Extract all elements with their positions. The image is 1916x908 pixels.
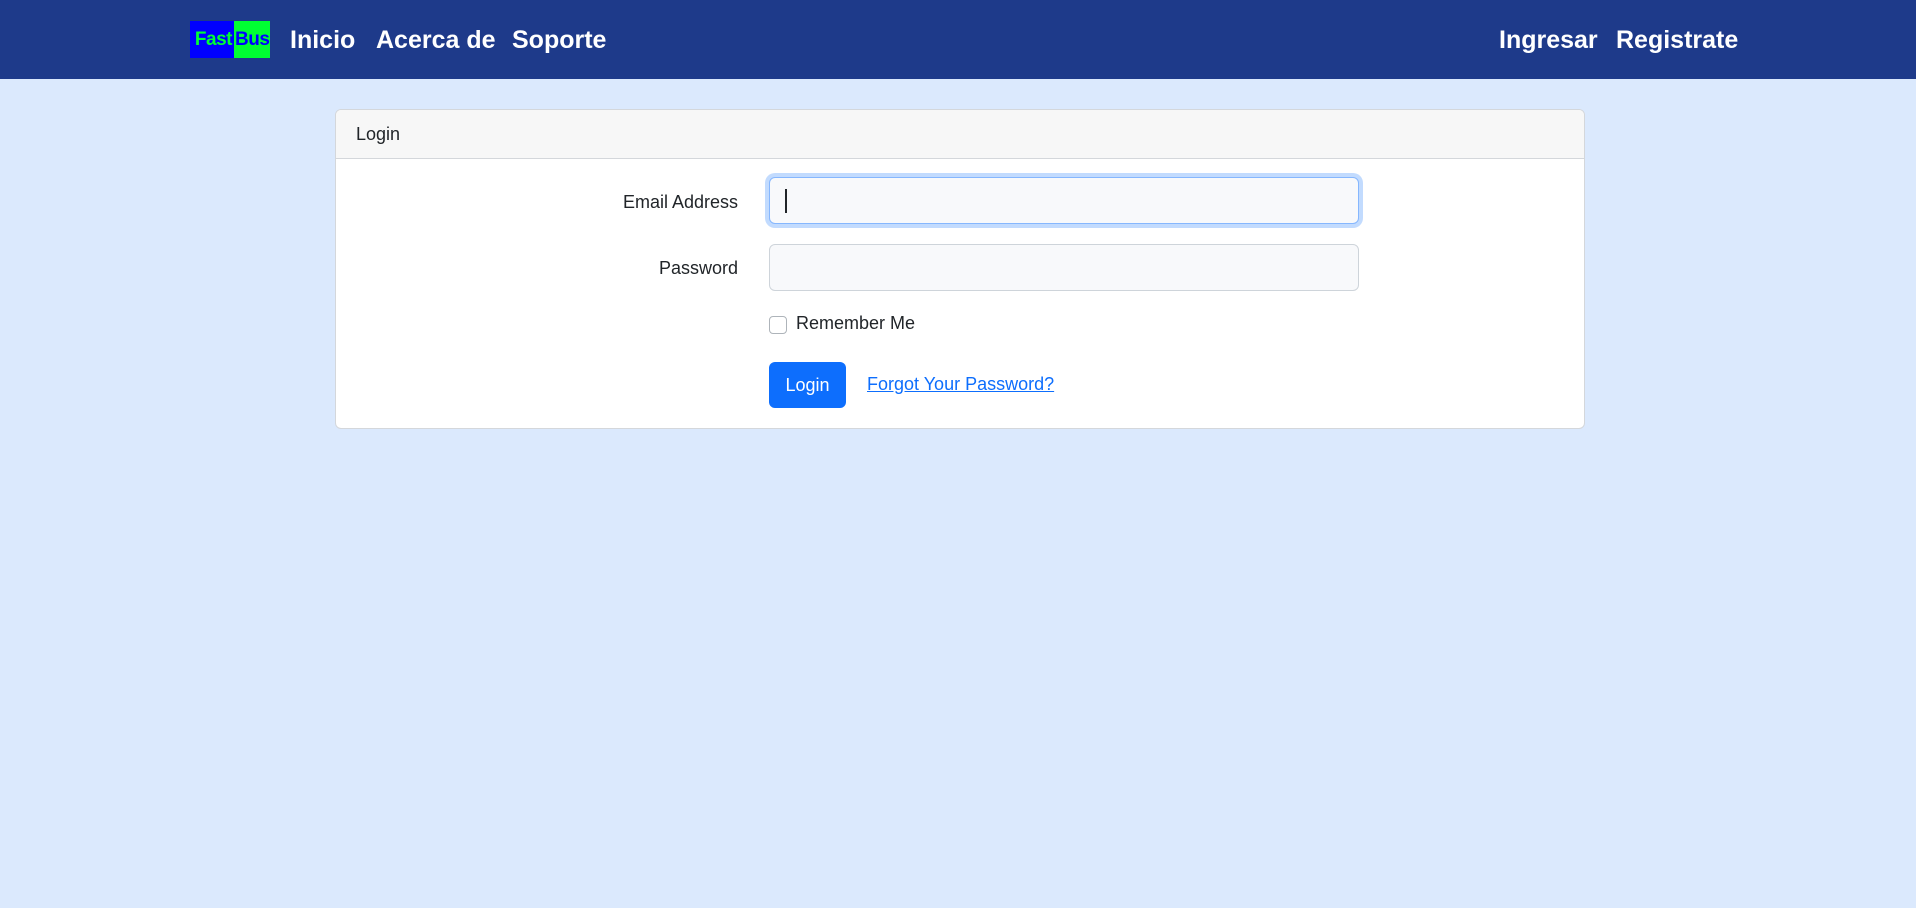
nav-link-acerca-de[interactable]: Acerca de	[376, 24, 496, 56]
password-label: Password	[658, 258, 738, 278]
nav-link-soporte[interactable]: Soporte	[512, 24, 606, 56]
card-header: Login	[336, 110, 1584, 159]
top-navbar: Fast Bus Inicio Acerca de Soporte Ingres…	[0, 0, 1916, 79]
login-button[interactable]: Login	[769, 362, 846, 408]
email-label: Email Address	[622, 192, 738, 212]
logo-fast-text: Fast	[190, 21, 234, 58]
nav-link-inicio[interactable]: Inicio	[290, 24, 355, 56]
nav-link-registrate[interactable]: Registrate	[1616, 24, 1738, 56]
text-caret	[785, 189, 787, 213]
logo-bus-text: Bus	[234, 21, 270, 58]
nav-link-ingresar[interactable]: Ingresar	[1499, 24, 1598, 56]
remember-me-label[interactable]: Remember Me	[796, 313, 915, 334]
email-field[interactable]	[769, 177, 1359, 224]
password-field[interactable]	[769, 244, 1359, 291]
brand-logo[interactable]: Fast Bus	[190, 21, 270, 58]
forgot-password-link[interactable]: Forgot Your Password?	[867, 374, 1054, 395]
remember-me-checkbox[interactable]	[769, 316, 787, 334]
login-card: Login Email Address Password Remember Me…	[335, 109, 1585, 429]
